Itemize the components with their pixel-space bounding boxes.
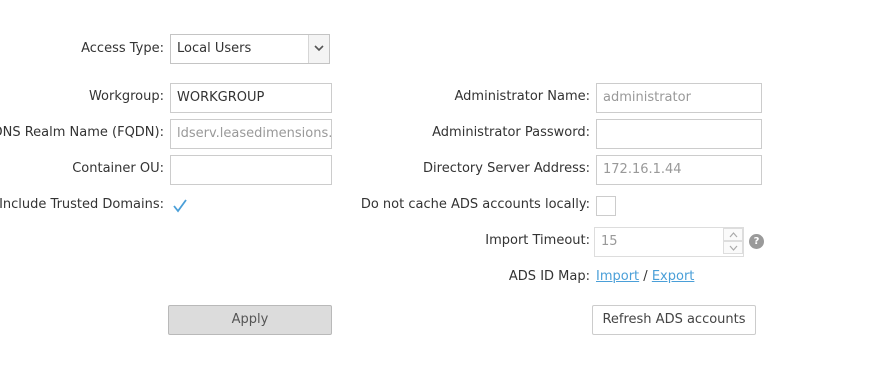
admin-name-input[interactable]: administrator bbox=[596, 83, 762, 113]
spinner-up-button[interactable] bbox=[723, 228, 743, 241]
container-ou-label: Container OU: bbox=[72, 161, 164, 176]
include-trusted-domains-checkbox[interactable] bbox=[170, 196, 190, 216]
container-ou-input[interactable] bbox=[170, 155, 332, 185]
help-icon[interactable]: ? bbox=[749, 234, 764, 249]
link-separator: / bbox=[643, 269, 648, 284]
checkmark-icon bbox=[173, 199, 187, 213]
admin-name-label: Administrator Name: bbox=[454, 89, 590, 104]
chevron-down-icon bbox=[729, 245, 738, 251]
access-type-select[interactable]: Local Users bbox=[170, 34, 330, 64]
import-timeout-label: Import Timeout: bbox=[485, 233, 590, 248]
apply-button[interactable]: Apply bbox=[168, 305, 332, 335]
workgroup-label: Workgroup: bbox=[88, 89, 164, 104]
dns-realm-label: DNS Realm Name (FQDN): bbox=[0, 125, 164, 140]
export-link[interactable]: Export bbox=[652, 269, 695, 284]
dns-realm-input[interactable]: ldserv.leasedimensions.c bbox=[170, 119, 332, 149]
refresh-ads-accounts-button[interactable]: Refresh ADS accounts bbox=[592, 305, 756, 335]
no-cache-label: Do not cache ADS accounts locally: bbox=[360, 197, 590, 212]
ads-id-map-links: Import / Export bbox=[596, 268, 694, 286]
ads-id-map-label: ADS ID Map: bbox=[508, 269, 590, 284]
import-link[interactable]: Import bbox=[596, 269, 639, 284]
admin-password-label: Administrator Password: bbox=[432, 125, 590, 140]
no-cache-checkbox[interactable] bbox=[596, 196, 616, 216]
import-timeout-input[interactable]: 15 bbox=[594, 227, 744, 257]
directory-server-label: Directory Server Address: bbox=[423, 161, 590, 176]
spinner-down-button[interactable] bbox=[723, 241, 743, 254]
chevron-down-icon[interactable] bbox=[308, 35, 329, 63]
access-type-label: Access Type: bbox=[81, 41, 164, 56]
chevron-up-icon bbox=[729, 232, 738, 238]
directory-server-input[interactable]: 172.16.1.44 bbox=[596, 155, 762, 185]
admin-password-input[interactable] bbox=[596, 119, 762, 149]
include-trusted-domains-label: Include Trusted Domains: bbox=[0, 197, 164, 212]
workgroup-input[interactable]: WORKGROUP bbox=[170, 83, 332, 113]
access-type-value: Local Users bbox=[177, 41, 252, 56]
